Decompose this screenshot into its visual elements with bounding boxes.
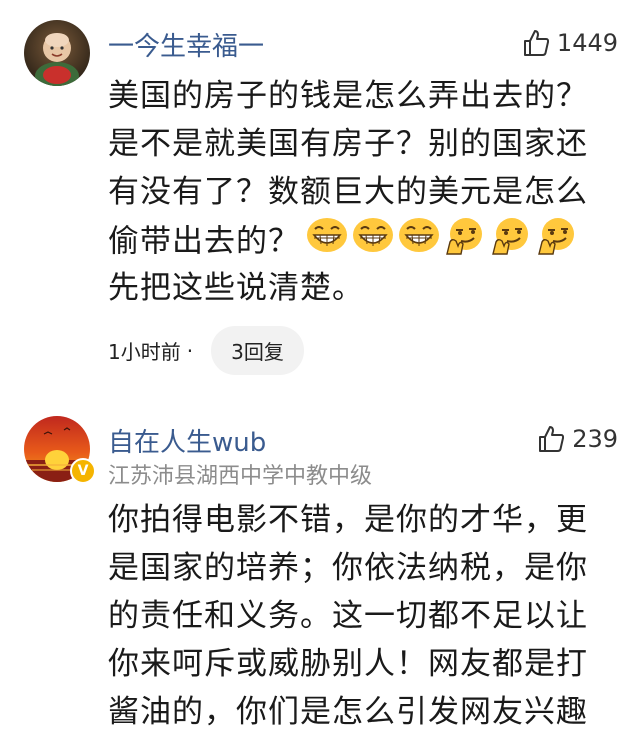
comment-2: V 自在人生wub 江苏沛县湖西中学中教中级 239 你拍得电影不错，是你的才华… xyxy=(0,400,640,751)
smirk-emoji-icon xyxy=(536,216,578,270)
comment-text: 你拍得电影不错，是你的才华，更 是国家的培养；你依法纳税，是你 的责任和义务。这… xyxy=(108,496,618,736)
comment-line: 美国的房子的钱是怎么弄出去的？ xyxy=(108,78,588,114)
grin-emoji-icon xyxy=(306,216,348,270)
comment-1: 一今生幸福一 1449 美国的房子的钱是怎么弄出去的？ 是不是就美国有房子？别的… xyxy=(0,0,640,380)
verified-badge-icon: V xyxy=(70,458,96,484)
grin-emoji-icon xyxy=(398,216,440,270)
thumbs-up-icon xyxy=(536,424,566,454)
user-title: 江苏沛县湖西中学中教中级 xyxy=(108,464,373,489)
like-count: 239 xyxy=(572,425,618,453)
avatar[interactable] xyxy=(24,20,90,86)
like-button[interactable]: 239 xyxy=(536,424,618,454)
comment-meta: 1小时前 · 3回复 xyxy=(108,326,304,375)
comment-line: 你拍得电影不错，是你的才华，更 xyxy=(108,502,588,538)
username[interactable]: 自在人生wub xyxy=(108,422,266,459)
comment-line: 你来呵斥或威胁别人！网友都是打 xyxy=(108,646,588,682)
comment-line: 先把这些说清楚。 xyxy=(108,270,364,306)
grin-emoji-icon xyxy=(352,216,394,270)
like-count: 1449 xyxy=(556,29,618,57)
thumbs-up-icon xyxy=(521,28,551,58)
comment-line: 是国家的培养；你依法纳税，是你 xyxy=(108,550,588,586)
username[interactable]: 一今生幸福一 xyxy=(108,26,264,63)
meta-separator: · xyxy=(186,338,194,363)
verified-label: V xyxy=(77,463,89,479)
timestamp: 1小时前 xyxy=(108,340,181,364)
comment-line: 有没有了？数额巨大的美元是怎么 xyxy=(108,174,588,210)
comment-line: 是不是就美国有房子？别的国家还 xyxy=(108,126,588,162)
emoji-row xyxy=(306,216,578,270)
comment-line: 的责任和义务。这一切都不足以让 xyxy=(108,598,588,634)
comment-line-with-emojis: 偷带出去的？ xyxy=(108,216,618,264)
comment-text: 美国的房子的钱是怎么弄出去的？ 是不是就美国有房子？别的国家还 有没有了？数额巨… xyxy=(108,72,618,312)
reply-count-button[interactable]: 3回复 xyxy=(211,326,304,375)
smirk-emoji-icon xyxy=(490,216,532,270)
comment-line: 偷带出去的？ xyxy=(108,223,300,260)
like-button[interactable]: 1449 xyxy=(521,28,618,58)
comment-line: 酱油的，你们是怎么引发网友兴趣 xyxy=(108,694,588,730)
smirk-emoji-icon xyxy=(444,216,486,270)
